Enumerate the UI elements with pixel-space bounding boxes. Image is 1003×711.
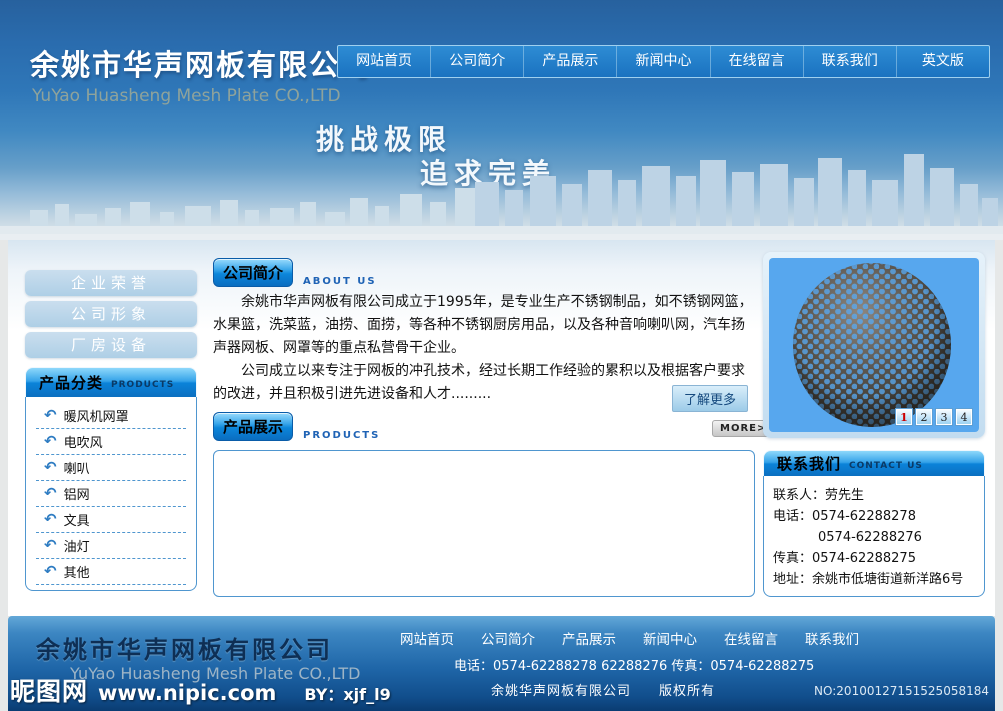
nav-item-contact[interactable]: 联系我们 (804, 46, 897, 77)
city-skyline-image (0, 148, 1003, 240)
gallery-image-area: 1 2 3 4 (769, 258, 979, 432)
curved-arrow-icon: ↶ (44, 538, 57, 553)
about-section-header: 公司简介 ABOUT US (213, 258, 377, 287)
pagination-button-2[interactable]: 2 (916, 409, 932, 425)
nav-item-news[interactable]: 新闻中心 (617, 46, 710, 77)
category-label: 电吹风 (64, 432, 103, 451)
contact-person-label: 联系人： (773, 485, 825, 506)
footer-serial-number: NO:20100127151525058184 (814, 684, 989, 698)
category-label: 喇叭 (64, 458, 90, 477)
category-item-other[interactable]: ↶ 其他 (36, 559, 186, 585)
product-categories-subtitle: PRODUCTS (111, 380, 174, 390)
gallery-pagination: 1 2 3 4 (896, 409, 972, 425)
contact-fax-row: 传真： 0574-62288275 (773, 548, 976, 569)
pagination-button-1[interactable]: 1 (896, 409, 912, 425)
category-label: 其他 (64, 562, 90, 581)
footer-link-news[interactable]: 新闻中心 (643, 628, 697, 648)
main-nav: 网站首页 公司简介 产品展示 新闻中心 在线留言 联系我们 英文版 (337, 45, 990, 78)
pagination-button-4[interactable]: 4 (956, 409, 972, 425)
watermark-site-url: www.nipic.com (98, 681, 276, 705)
category-label: 油灯 (64, 536, 90, 555)
footer-phone-fax-line: 电话：0574-62288278 62288276 传真：0574-622882… (454, 655, 814, 674)
category-item-aluminum-mesh[interactable]: ↶ 铝网 (36, 481, 186, 507)
company-logo: 余姚市华声网板有限公司 YuYao Huasheng Mesh Plate CO… (30, 42, 371, 106)
about-title-button[interactable]: 公司简介 (213, 258, 293, 287)
nav-item-about[interactable]: 公司简介 (431, 46, 524, 77)
pagination-button-3[interactable]: 3 (936, 409, 952, 425)
contact-title: 联系我们 (777, 453, 841, 474)
contact-body: 联系人： 劳先生 电话： 0574-62288278 0574-62288276… (763, 476, 985, 597)
contact-panel: 联系我们 CONTACT US 联系人： 劳先生 电话： 0574-622882… (763, 450, 985, 598)
contact-person-value: 劳先生 (825, 485, 864, 506)
footer: 余姚市华声网板有限公司 YuYao Huasheng Mesh Plate CO… (8, 616, 995, 711)
footer-link-home[interactable]: 网站首页 (400, 628, 454, 648)
company-name-en: YuYao Huasheng Mesh Plate CO.,LTD (30, 86, 371, 106)
products-display-box (213, 450, 755, 597)
contact-fax-value: 0574-62288275 (812, 548, 916, 569)
gallery-panel: 1 2 3 4 (763, 252, 985, 438)
contact-person-row: 联系人： 劳先生 (773, 485, 976, 506)
product-categories-panel: 产品分类 PRODUCTS ↶ 暖风机网罩 ↶ 电吹风 ↶ 喇叭 ↶ 铝网 ↶ … (25, 367, 197, 591)
about-subtitle: ABOUT US (303, 276, 377, 287)
category-label: 文具 (64, 510, 90, 529)
curved-arrow-icon: ↶ (44, 486, 57, 501)
nav-item-home[interactable]: 网站首页 (338, 46, 431, 77)
footer-link-contact[interactable]: 联系我们 (805, 628, 859, 648)
header-banner: 余姚市华声网板有限公司 YuYao Huasheng Mesh Plate CO… (0, 0, 1003, 240)
contact-address-label: 地址： (773, 569, 812, 590)
contact-subtitle: CONTACT US (849, 461, 923, 471)
products-subtitle: PRODUCTS (303, 430, 380, 441)
nav-item-english[interactable]: 英文版 (897, 46, 989, 77)
watermark-credit: BY：xjf_l9 (304, 681, 390, 705)
sidebar-button-honors[interactable]: 企业荣誉 (25, 270, 197, 296)
contact-phone1-value: 0574-62288278 (812, 506, 916, 527)
nav-item-products[interactable]: 产品展示 (524, 46, 617, 77)
footer-link-about[interactable]: 公司简介 (481, 628, 535, 648)
category-item-speaker[interactable]: ↶ 喇叭 (36, 455, 186, 481)
footer-company-name: 余姚市华声网板有限公司 (36, 630, 333, 665)
contact-phone-label: 电话： (773, 506, 812, 527)
footer-nav: 网站首页 公司简介 产品展示 新闻中心 在线留言 联系我们 (400, 628, 859, 648)
category-item-stationery[interactable]: ↶ 文具 (36, 507, 186, 533)
curved-arrow-icon: ↶ (44, 434, 57, 449)
sidebar-button-image[interactable]: 公司形象 (25, 301, 197, 327)
footer-copyright: 余姚华声网板有限公司 版权所有 (491, 680, 715, 699)
sidebar-button-facilities[interactable]: 厂房设备 (25, 332, 197, 358)
page: 余姚市华声网板有限公司 YuYao Huasheng Mesh Plate CO… (0, 0, 1003, 711)
category-item-oil-lamp[interactable]: ↶ 油灯 (36, 533, 186, 559)
contact-phone-row: 电话： 0574-62288278 (773, 506, 976, 527)
product-categories-list: ↶ 暖风机网罩 ↶ 电吹风 ↶ 喇叭 ↶ 铝网 ↶ 文具 ↶ 油灯 (25, 397, 197, 591)
category-label: 铝网 (64, 484, 90, 503)
products-section-header: 产品展示 PRODUCTS (213, 412, 380, 441)
nav-item-guestbook[interactable]: 在线留言 (711, 46, 804, 77)
category-item-heater-mesh[interactable]: ↶ 暖风机网罩 (36, 403, 186, 429)
product-categories-title: 产品分类 (39, 372, 103, 393)
footer-link-products[interactable]: 产品展示 (562, 628, 616, 648)
company-name: 余姚市华声网板有限公司 (30, 42, 371, 84)
curved-arrow-icon: ↶ (44, 512, 57, 527)
curved-arrow-icon: ↶ (44, 460, 57, 475)
curved-arrow-icon: ↶ (44, 564, 57, 579)
contact-phone2-value: 0574-62288276 (818, 527, 922, 548)
contact-address-value: 余姚市低塘街道新洋路6号 (812, 569, 963, 590)
category-label: 暖风机网罩 (64, 406, 129, 425)
category-item-hairdryer[interactable]: ↶ 电吹风 (36, 429, 186, 455)
contact-fax-label: 传真： (773, 548, 812, 569)
learn-more-button[interactable]: 了解更多 (672, 385, 748, 412)
about-paragraph-1: 余姚市华声网板有限公司成立于1995年，是专业生产不锈钢制品，如不锈钢网篮，水果… (213, 291, 758, 360)
watermark-site-name: 昵图网 (10, 672, 88, 708)
speaker-mesh-dome-image (769, 258, 979, 432)
curved-arrow-icon: ↶ (44, 408, 57, 423)
contact-phone2-row: 0574-62288276 (773, 527, 976, 548)
contact-header: 联系我们 CONTACT US (763, 450, 985, 476)
product-categories-header: 产品分类 PRODUCTS (25, 367, 197, 397)
nipic-watermark: 昵图网 www.nipic.com BY：xjf_l9 (10, 672, 391, 708)
products-title-button[interactable]: 产品展示 (213, 412, 293, 441)
footer-link-guestbook[interactable]: 在线留言 (724, 628, 778, 648)
contact-address-row: 地址： 余姚市低塘街道新洋路6号 (773, 569, 976, 590)
